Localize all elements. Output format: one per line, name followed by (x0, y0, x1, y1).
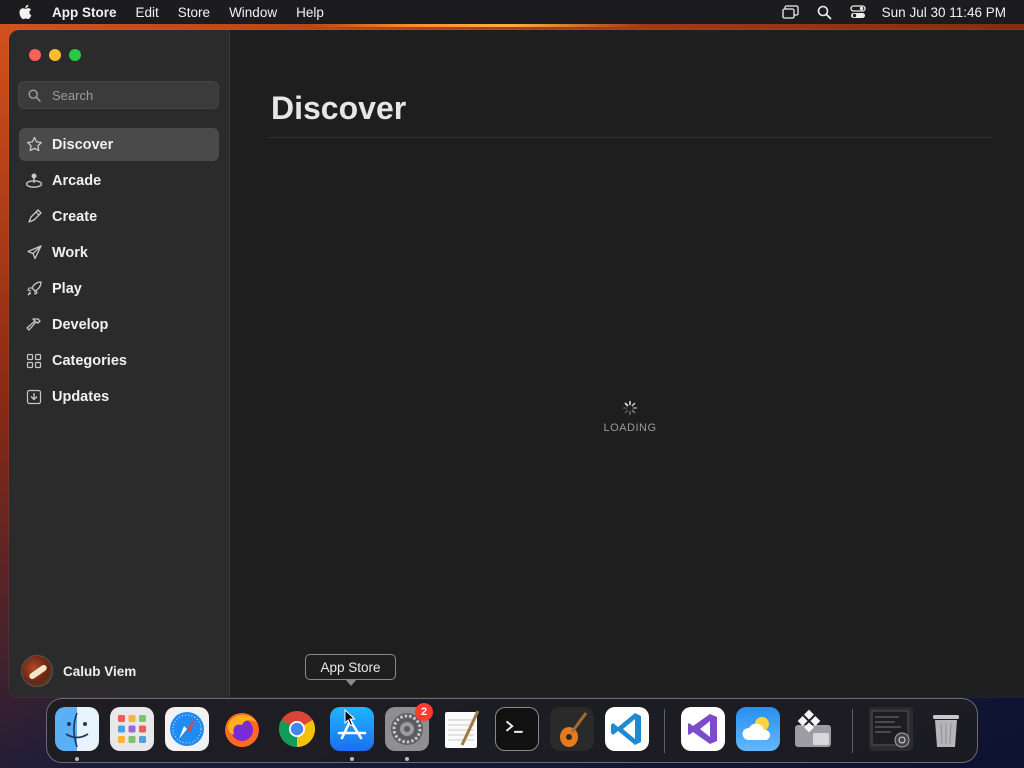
sidebar-item-create[interactable]: Create (19, 200, 219, 233)
launchpad-icon[interactable] (110, 707, 154, 751)
sidebar-nav: Discover Arcade Create Work Play Develop… (19, 128, 219, 416)
safari-icon[interactable] (165, 707, 209, 751)
sidebar-item-label: Updates (52, 388, 110, 405)
sidebar-item-label: Categories (52, 352, 127, 369)
system-settings-running-indicator (405, 757, 409, 761)
menu-window[interactable]: Window (229, 5, 277, 20)
menu-edit[interactable]: Edit (136, 5, 159, 20)
dock-tooltip: App Store (305, 654, 396, 686)
chrome-icon[interactable] (275, 707, 319, 751)
sidebar-item-label: Discover (52, 136, 114, 153)
traffic-lights (29, 49, 81, 61)
mouse-cursor-icon (344, 708, 356, 732)
dock: 2 (46, 698, 978, 763)
rocket-icon (25, 280, 43, 298)
page-title: Discover (271, 90, 407, 126)
apple-menu-icon[interactable] (18, 4, 38, 20)
loading-indicator: LOADING (230, 400, 1024, 434)
textedit-icon[interactable] (440, 707, 484, 751)
terminal-icon[interactable] (495, 707, 539, 751)
spinner-icon (622, 400, 638, 416)
maximize-window-button[interactable] (69, 49, 81, 61)
hammer-icon (25, 316, 43, 334)
spotlight-search-icon[interactable] (817, 5, 832, 20)
sidebar-item-updates[interactable]: Updates (19, 380, 219, 413)
paper-plane-icon (25, 244, 43, 262)
joystick-icon (25, 172, 43, 190)
sidebar-item-label: Develop (52, 316, 109, 333)
trash-icon[interactable] (924, 707, 968, 751)
screen-mirroring-icon[interactable] (782, 5, 799, 19)
sidebar-item-label: Arcade (52, 172, 102, 189)
firefox-icon[interactable] (220, 707, 264, 751)
close-window-button[interactable] (29, 49, 41, 61)
search-input[interactable] (52, 87, 202, 103)
sidebar-item-discover[interactable]: Discover (19, 128, 219, 161)
menu-bar: App Store Edit Store Window Help Sun Jul… (0, 0, 1024, 24)
loading-label: LOADING (603, 422, 657, 434)
title-divider (268, 137, 992, 138)
notification-badge: 2 (415, 703, 433, 721)
dock-separator (852, 709, 853, 753)
brush-icon (25, 208, 43, 226)
menu-app-name[interactable]: App Store (52, 5, 117, 20)
minimize-window-button[interactable] (49, 49, 61, 61)
vscode-icon[interactable] (605, 707, 649, 751)
menu-clock[interactable]: Sun Jul 30 11:46 PM (882, 5, 1006, 20)
dock-separator (664, 709, 665, 753)
weather-icon[interactable] (736, 707, 780, 751)
boot-camp-assistant-icon[interactable] (791, 707, 835, 751)
menu-help[interactable]: Help (296, 5, 324, 20)
search-field[interactable] (18, 81, 219, 109)
sidebar-item-work[interactable]: Work (19, 236, 219, 269)
account-profile[interactable]: Calub Viem (21, 655, 136, 687)
sidebar-item-categories[interactable]: Categories (19, 344, 219, 377)
account-name[interactable]: Calub Viem (63, 664, 136, 679)
star-icon (25, 136, 43, 154)
sidebar-item-develop[interactable]: Develop (19, 308, 219, 341)
app-store-window: Discover Arcade Create Work (9, 30, 1024, 697)
main-content: Discover LOADING (230, 30, 1024, 697)
finder-running-indicator (75, 757, 79, 761)
control-center-icon[interactable] (850, 5, 866, 19)
downloads-stack-icon[interactable] (869, 707, 913, 751)
finder-icon[interactable] (55, 707, 99, 751)
sidebar: Discover Arcade Create Work (9, 30, 230, 697)
garageband-icon[interactable] (550, 707, 594, 751)
download-icon (25, 388, 43, 406)
grid-icon (25, 352, 43, 370)
visual-studio-icon[interactable] (681, 707, 725, 751)
sidebar-item-arcade[interactable]: Arcade (19, 164, 219, 197)
sidebar-item-label: Create (52, 208, 98, 225)
avatar[interactable] (21, 655, 53, 687)
search-icon (28, 88, 42, 102)
menu-store[interactable]: Store (178, 5, 210, 20)
sidebar-item-label: Play (52, 280, 82, 297)
sidebar-item-label: Work (52, 244, 88, 261)
sidebar-item-play[interactable]: Play (19, 272, 219, 305)
app-store-running-indicator (350, 757, 354, 761)
